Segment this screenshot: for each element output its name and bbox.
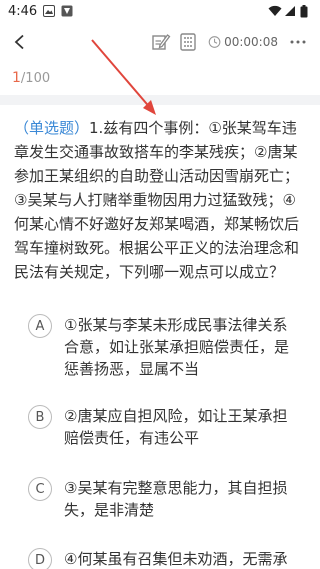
option-c[interactable]: C ③吴某有完整意思能力，其自担损失，是非清楚	[28, 477, 308, 521]
option-letter: D	[28, 548, 52, 569]
grid-icon	[180, 33, 196, 51]
wifi-icon	[268, 5, 282, 17]
signal-icon	[284, 5, 296, 17]
option-text: ①张某与李某未形成民事法律关系合意，如让张某承担赔偿责任，是惩善扬恶，显属不当	[64, 316, 290, 378]
option-text: ③吴某有完整意思能力，其自担损失，是非清楚	[64, 479, 288, 519]
option-letter: B	[28, 405, 52, 429]
option-letter: A	[28, 314, 52, 338]
current-question-number: 1	[12, 70, 21, 86]
battery-icon	[300, 5, 312, 18]
option-d[interactable]: D ④何某虽有召集但未劝酒，无需承担	[28, 548, 308, 569]
status-time: 4:46	[8, 3, 38, 19]
option-b[interactable]: B ②唐某应自担风险，如让王某承担赔偿责任，有违公平	[28, 405, 308, 449]
more-dots-icon	[290, 40, 306, 44]
clock-icon	[208, 36, 221, 48]
question-progress: 1/100	[12, 70, 50, 86]
app-bar: 00:00:08	[0, 22, 320, 62]
back-arrow-icon	[14, 34, 24, 50]
option-text: ④何某虽有召集但未劝酒，无需承担	[64, 550, 288, 568]
option-text: ②唐某应自担风险，如让王某承担赔偿责任，有违公平	[64, 407, 288, 447]
timer-button[interactable]: 00:00:08	[208, 30, 278, 54]
total-questions: /100	[20, 71, 51, 86]
more-button[interactable]	[288, 30, 308, 54]
app-notification-icon	[61, 5, 73, 17]
question-stem: （单选题）1.兹有四个事例：①张某驾车违章发生交通事故致搭车的李某残疾；②唐某参…	[14, 116, 306, 284]
answer-sheet-button[interactable]	[178, 30, 198, 54]
option-letter: C	[28, 477, 52, 501]
timer-text: 00:00:08	[224, 35, 278, 49]
back-button[interactable]	[6, 28, 34, 56]
option-a[interactable]: A ①张某与李某未形成民事法律关系合意，如让张某承担赔偿责任，是惩善扬恶，显属不…	[28, 314, 308, 380]
gallery-notification-icon	[43, 5, 56, 17]
section-divider	[0, 95, 320, 105]
question-type-label: （单选题）	[14, 119, 90, 137]
draft-button[interactable]	[150, 30, 172, 54]
edit-pencil-icon	[152, 34, 171, 50]
question-text: 1.兹有四个事例：①张某驾车违章发生交通事故致搭车的李某残疾；②唐某参加王某组织…	[14, 119, 300, 281]
status-bar: 4:46	[0, 0, 320, 22]
